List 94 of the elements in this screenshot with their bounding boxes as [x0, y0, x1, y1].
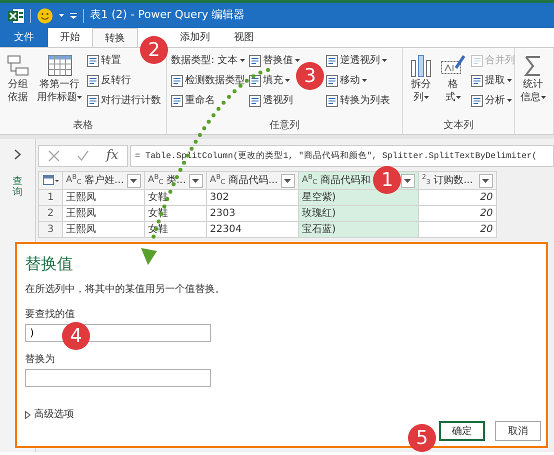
- filter-button[interactable]: [478, 174, 493, 188]
- dialog-description: 在所选列中，将其中的某值用另一个值替换。: [25, 282, 226, 297]
- caret-icon: [482, 178, 490, 182]
- grid-icon: [46, 53, 72, 78]
- ribbon-button[interactable]: 拆分 列: [406, 52, 436, 105]
- row-number: 1: [38, 190, 62, 206]
- group-label: 任意列: [268, 118, 300, 133]
- window-title: 表1 (2) - Power Query 编辑器: [90, 7, 245, 24]
- ribbon-button[interactable]: 反转行: [86, 72, 132, 89]
- row-number: 3: [38, 222, 62, 238]
- command-icon: [249, 94, 261, 106]
- ribbon-button[interactable]: 将第一行 用作标题: [35, 52, 84, 105]
- command-icon: [87, 94, 99, 106]
- dialog-title: 替换值: [25, 253, 74, 275]
- command-icon: [171, 74, 183, 86]
- table-cell: 玫瑰红): [298, 206, 418, 222]
- table-cell: 20: [418, 190, 496, 206]
- expand-button[interactable]: [14, 147, 22, 162]
- input-field[interactable]: [25, 369, 211, 387]
- table-cell: 王熙凤: [62, 206, 144, 222]
- row-number: 2: [38, 206, 62, 222]
- ribbon-button[interactable]: 逆透视列: [325, 52, 388, 69]
- command-icon: [471, 74, 483, 86]
- command-icon: [471, 54, 483, 66]
- ok-button[interactable]: 确定: [439, 421, 485, 441]
- table-cell: 王熙凤: [62, 190, 144, 206]
- advanced-options-toggle[interactable]: 高级选项: [25, 407, 74, 422]
- column-name: 客户姓...: [84, 174, 124, 188]
- ribbon-button[interactable]: 分析: [470, 92, 513, 109]
- ribbon-button[interactable]: 替换值: [248, 52, 301, 69]
- ribbon-tab[interactable]: 开始: [48, 28, 92, 47]
- caret-icon: [130, 178, 138, 182]
- command-icon: [249, 54, 261, 66]
- field-label: 替换为: [25, 352, 55, 367]
- caret-icon: [404, 178, 412, 182]
- filter-button[interactable]: [280, 174, 295, 188]
- ribbon-button[interactable]: 统计 信息: [518, 52, 548, 105]
- file-tab[interactable]: 文件: [0, 28, 48, 47]
- ribbon-tab[interactable]: 添加列: [168, 28, 222, 47]
- command-icon: [471, 94, 483, 106]
- queries-label[interactable]: 查询: [12, 176, 22, 198]
- ribbon-button[interactable]: 透视列: [248, 92, 294, 109]
- caret-icon: [284, 178, 292, 182]
- formula-field[interactable]: = Table.SplitColumn(更改的类型1, "商品代码和颜色", Splitter.SplitTextByDelimiter(: [130, 145, 554, 167]
- command-icon: [249, 74, 261, 86]
- triangle-icon: [25, 410, 31, 418]
- table-icon: [42, 174, 58, 186]
- table-cell: 302: [206, 190, 298, 206]
- ribbon-button[interactable]: 重命名: [170, 92, 216, 109]
- ribbon-button[interactable]: 提取: [470, 72, 513, 89]
- column-name: 订购数...: [433, 174, 473, 188]
- table-cell: 宝石蓝): [298, 222, 418, 238]
- column-name: 商品代码和: [320, 174, 370, 188]
- ribbon-button[interactable]: 分组 依据: [3, 52, 33, 105]
- command-icon: [171, 94, 183, 106]
- caret-icon[interactable]: [59, 14, 64, 17]
- smiley-icon[interactable]: [37, 8, 53, 24]
- group-label: 表格: [72, 118, 94, 133]
- table-cell: 王熙凤: [62, 222, 144, 238]
- check-icon[interactable]: [76, 150, 89, 162]
- table-cell: 22304: [206, 222, 298, 238]
- ribbon-tab[interactable]: 转换: [92, 28, 138, 47]
- filter-button[interactable]: [126, 174, 141, 188]
- caret-icon: [192, 178, 200, 182]
- command-icon: [326, 54, 338, 66]
- ribbon-button[interactable]: 移动: [325, 72, 368, 89]
- function-label[interactable]: fx: [106, 146, 118, 166]
- ribbon-tab[interactable]: 视图: [222, 28, 266, 47]
- boxes-icon: [5, 53, 31, 78]
- filter-button[interactable]: [400, 174, 415, 188]
- table-cell: 星空紫): [298, 190, 418, 206]
- customize-icon[interactable]: [70, 12, 77, 18]
- ribbon-button[interactable]: 对行进行计数: [86, 92, 162, 109]
- command-icon: [87, 74, 99, 86]
- table-menu-button[interactable]: [38, 172, 62, 190]
- cancel-button[interactable]: 取消: [495, 421, 541, 441]
- data-type-dropdown[interactable]: 数据类型: 文本: [170, 52, 246, 69]
- chevron-icon: [14, 148, 22, 160]
- command-icon: [87, 54, 99, 66]
- table-cell: 2303: [206, 206, 298, 222]
- ribbon-button[interactable]: 转换为列表: [325, 92, 391, 109]
- field-label: 要查找的值: [25, 308, 75, 322]
- ribbon-button[interactable]: 格 式: [438, 52, 468, 105]
- column-name: 商品代码...: [228, 174, 278, 188]
- split-column-icon: [408, 53, 434, 78]
- spreadsheet-logo-icon: [8, 8, 24, 24]
- ribbon-button[interactable]: 检测数据类型: [170, 72, 246, 89]
- command-icon: [326, 74, 338, 86]
- table-cell: 20: [418, 222, 496, 238]
- ribbon-button[interactable]: 转置: [86, 52, 122, 69]
- filter-button[interactable]: [188, 174, 203, 188]
- table-cell: 20: [418, 206, 496, 222]
- command-icon: [326, 94, 338, 106]
- group-label: 文本列: [442, 118, 474, 133]
